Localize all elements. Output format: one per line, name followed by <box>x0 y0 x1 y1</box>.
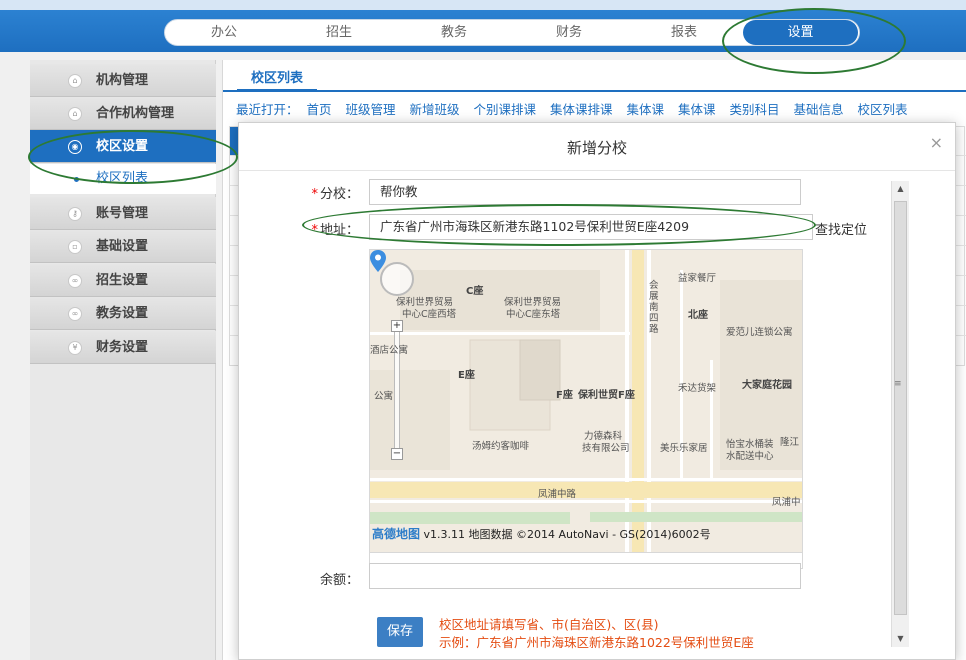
map-label: 美乐乐家居 <box>660 443 708 454</box>
document-icon: ▫ <box>68 240 82 254</box>
annotation-ellipse-address <box>302 204 816 246</box>
recent-label: 最近打开： <box>236 102 299 117</box>
sidebar-item-label: 招生设置 <box>96 273 149 288</box>
map-label: 保利世贸F座 <box>578 390 635 401</box>
dialog-scrollbar[interactable]: ▲ ≡ ▼ <box>891 181 909 647</box>
sidebar-item-label: 财务设置 <box>96 340 149 355</box>
map-brand: 高德地图 <box>372 527 421 541</box>
recent-link-basic-info[interactable]: 基础信息 <box>794 102 844 117</box>
map-label: 北座 <box>688 310 708 321</box>
recent-link-home[interactable]: 首页 <box>307 102 332 117</box>
yen-icon: ¥ <box>68 341 82 355</box>
home-icon: ⌂ <box>68 107 82 121</box>
link-icon: ∞ <box>68 274 82 288</box>
menu-item-enrollment[interactable]: 招生 <box>284 20 394 45</box>
map-label: 汤姆约客咖啡 <box>472 441 530 452</box>
map-label: C座 <box>466 286 484 297</box>
sidebar-item-label: 机构管理 <box>96 73 149 88</box>
required-mark: * <box>311 187 318 202</box>
map-label: E座 <box>458 370 475 381</box>
map-label: 中心C座东塔 <box>506 309 561 320</box>
zoom-slider[interactable] <box>394 320 400 460</box>
recent-link-individual-schedule[interactable]: 个别课排课 <box>474 102 537 117</box>
map-label: 酒店公寓 <box>370 345 409 356</box>
home-icon: ⌂ <box>68 74 82 88</box>
dialog-header: 新增分校 × <box>239 123 955 171</box>
scroll-down-icon[interactable]: ▼ <box>892 631 909 647</box>
map-label: 禾达货架 <box>678 383 717 394</box>
zoom-out-button[interactable]: − <box>391 448 403 460</box>
recent-link-group-schedule[interactable]: 集体课排课 <box>550 102 613 117</box>
map-label: 爱范儿连锁公寓 <box>726 327 793 338</box>
sidebar-item-institution[interactable]: ⌂ 机构管理 <box>30 64 216 97</box>
address-hint-line-2: 示例：广东省广州市海珠区新港东路1022号保利世贸E座 <box>439 635 754 650</box>
scroll-grip-icon: ≡ <box>894 379 902 389</box>
zoom-in-button[interactable]: + <box>391 320 403 332</box>
balance-label: 余额： <box>319 573 359 588</box>
map-label: 凤浦中路 <box>538 489 577 500</box>
annotation-ellipse-campus <box>28 130 238 184</box>
recent-links-bar: 最近打开： 首页 班级管理 新增班级 个别课排课 集体课排课 集体课 集体课 类… <box>236 99 966 119</box>
map-copyright: 高德地图 v1.3.11 地图数据 ©2014 AutoNavi - GS(20… <box>372 525 711 542</box>
recent-link-class-mgmt[interactable]: 班级管理 <box>346 102 396 117</box>
map-label: F座 <box>556 390 573 401</box>
sidebar-item-label: 账号管理 <box>96 206 149 221</box>
recent-link-subjects[interactable]: 类别科目 <box>730 102 780 117</box>
sidebar-item-finance-settings[interactable]: ¥ 财务设置 <box>30 331 216 364</box>
recent-link-group-class[interactable]: 集体课 <box>627 102 665 117</box>
dialog-title: 新增分校 <box>566 139 627 157</box>
menu-item-office[interactable]: 办公 <box>169 20 279 45</box>
sidebar-item-basic[interactable]: ▫ 基础设置 <box>30 230 216 263</box>
map-copyright-text: v1.3.11 地图数据 ©2014 AutoNavi - GS(2014)60… <box>423 528 711 541</box>
map-view[interactable]: + − 益家餐厅 C座 保利世界贸易 中心C座西塔 保利世界贸易 中心C座东塔 … <box>369 249 803 553</box>
close-icon[interactable]: × <box>930 133 943 152</box>
map-label: 凤浦中 <box>772 497 801 508</box>
locate-button[interactable]: 查找定位 <box>815 219 867 238</box>
sidebar-item-account[interactable]: ⚷ 账号管理 <box>30 197 216 230</box>
address-hint-line-1: 校区地址请填写省、市(自治区)、区(县) <box>439 617 659 632</box>
map-label: 中心C座西塔 <box>402 309 457 320</box>
tab-campus-list[interactable]: 校区列表 <box>237 66 318 92</box>
save-button[interactable]: 保存 <box>377 617 423 647</box>
annotation-ellipse-settings <box>722 8 906 74</box>
key-icon: ⚷ <box>68 207 82 221</box>
location-marker-icon <box>370 250 386 272</box>
map-label: 水配送中心 <box>726 451 774 462</box>
sidebar-item-label: 教务设置 <box>96 306 149 321</box>
map-label: 会展南四路 <box>649 280 659 335</box>
link-icon: ∞ <box>68 307 82 321</box>
sidebar-item-label: 合作机构管理 <box>96 106 175 121</box>
branch-label: * 分校： <box>311 187 359 202</box>
sidebar-item-enroll-settings[interactable]: ∞ 招生设置 <box>30 264 216 297</box>
scroll-thumb[interactable] <box>894 201 907 615</box>
map-label: 隆江 <box>780 437 800 448</box>
balance-input[interactable] <box>369 563 801 589</box>
recent-link-new-class[interactable]: 新增班级 <box>410 102 460 117</box>
map-label: 技有限公司 <box>582 443 630 454</box>
sidebar-item-label: 基础设置 <box>96 239 149 254</box>
menu-item-finance[interactable]: 财务 <box>514 20 624 45</box>
recent-link-group-class-2[interactable]: 集体课 <box>678 102 716 117</box>
map-label: 公寓 <box>374 391 394 402</box>
sidebar-item-partner[interactable]: ⌂ 合作机构管理 <box>30 97 216 130</box>
sidebar-item-academic-settings[interactable]: ∞ 教务设置 <box>30 297 216 330</box>
recent-link-campus-list[interactable]: 校区列表 <box>858 102 908 117</box>
map-label: 益家餐厅 <box>678 273 717 284</box>
branch-input[interactable]: 帮你教 <box>369 179 801 205</box>
menu-item-academic[interactable]: 教务 <box>399 20 509 45</box>
scroll-up-icon[interactable]: ▲ <box>892 181 909 197</box>
add-branch-dialog: 新增分校 × * 分校： 帮你教 * 地址： 广东省广州市海珠区新港东路1102号保… <box>238 122 956 660</box>
map-label: 大家庭花园 <box>742 380 792 391</box>
